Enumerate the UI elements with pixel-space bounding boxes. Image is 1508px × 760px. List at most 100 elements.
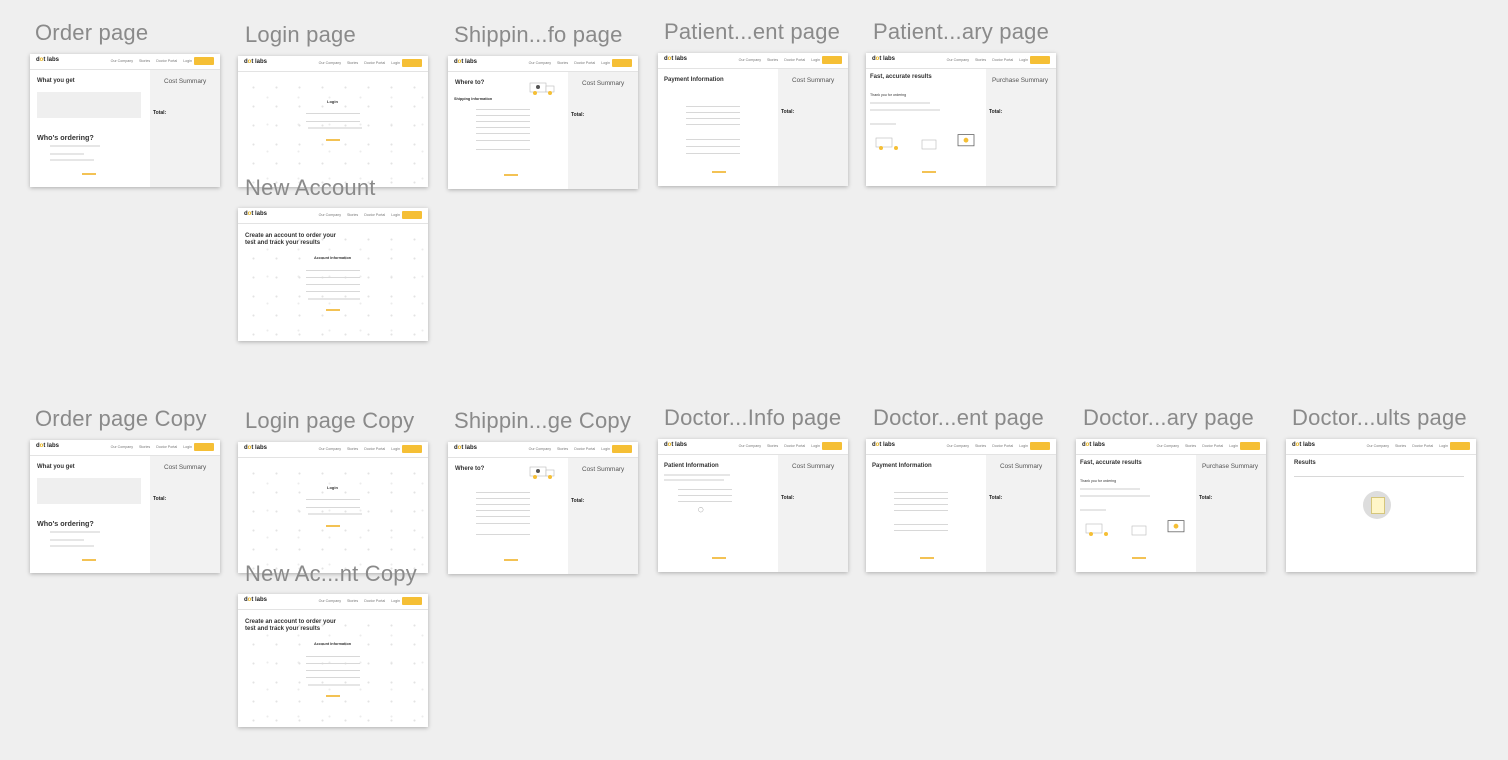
text-line xyxy=(50,153,84,155)
field-line xyxy=(894,530,948,531)
text-line xyxy=(308,298,360,300)
cost-summary-title: Cost Summary xyxy=(582,466,625,473)
artboard-label-login-copy[interactable]: Login page Copy xyxy=(245,408,414,434)
field-line xyxy=(476,498,530,499)
continue-link xyxy=(82,559,96,561)
payment-info-heading: Payment Information xyxy=(872,463,932,469)
nav-links: Our Company Stories Doctor Portal Login xyxy=(318,599,400,603)
background-pattern xyxy=(238,72,428,187)
delivery-truck-icon xyxy=(529,82,555,95)
table-header-line xyxy=(1294,476,1464,477)
nav-links: Our Company Stories Doctor Portal Login xyxy=(738,444,820,448)
artboard-label-doctor-info[interactable]: Doctor...Info page xyxy=(664,405,841,431)
results-heading: Results xyxy=(1294,460,1316,466)
artboard-label-login[interactable]: Login page xyxy=(245,22,356,48)
total-label: Total: xyxy=(781,109,795,115)
field-line xyxy=(306,677,360,678)
artboard-label-patient-payment[interactable]: Patient...ent page xyxy=(664,19,840,45)
order-test-button xyxy=(402,59,422,67)
background-pattern xyxy=(238,458,428,573)
total-label: Total: xyxy=(781,495,795,501)
account-info-heading: Account Information xyxy=(314,256,352,260)
cost-summary-title: Cost Summary xyxy=(1000,463,1043,470)
shipping-info-heading: Shipping Information xyxy=(454,97,493,101)
artboard-label-shipping-copy[interactable]: Shippin...ge Copy xyxy=(454,408,631,434)
text-line xyxy=(664,474,730,476)
order-test-button xyxy=(194,443,214,451)
purchase-summary-panel: Purchase Summary Total: xyxy=(1196,455,1266,572)
artboard-label-doctor-summary[interactable]: Doctor...ary page xyxy=(1083,405,1254,431)
artboard-login-copy[interactable]: dot labs Our Company Stories Doctor Portal… xyxy=(238,442,428,573)
artboard-label-order[interactable]: Order page xyxy=(35,20,148,46)
artboard-label-shipping[interactable]: Shippin...fo page xyxy=(454,22,623,48)
password-field xyxy=(306,121,360,122)
continue-link xyxy=(504,559,518,561)
site-nav: dot labs Our Company Stories Doctor Portal… xyxy=(238,56,428,72)
total-label: Total: xyxy=(153,110,167,116)
product-card xyxy=(37,478,141,504)
artboard-login[interactable]: dot labs Our Company Stories Doctor Portal… xyxy=(238,56,428,187)
artboard-order-copy[interactable]: dot labs Our Company Stories Doctor Portal… xyxy=(30,440,220,573)
nav-links: Our Company Stories Doctor Portal Login xyxy=(318,61,400,65)
order-test-button xyxy=(612,445,632,453)
artboard-label-doctor-payment[interactable]: Doctor...ent page xyxy=(873,405,1044,431)
cost-summary-panel: Cost Summary Total: xyxy=(568,458,638,574)
continue-link xyxy=(326,525,340,527)
field-line xyxy=(476,115,530,116)
artboard-label-order-copy[interactable]: Order page Copy xyxy=(35,406,207,432)
artboard-label-patient-summary[interactable]: Patient...ary page xyxy=(873,19,1049,45)
logo: dot labs xyxy=(872,442,896,448)
artboard-doctor-payment[interactable]: dot labs Our Company Stories Doctor Portal… xyxy=(866,439,1056,572)
cost-summary-panel: Cost Summary Total: xyxy=(150,456,220,573)
logo: dot labs xyxy=(664,442,688,448)
text-line xyxy=(870,109,940,111)
password-field xyxy=(306,507,360,508)
create-account-line1: Create an account to order your xyxy=(245,233,337,239)
artboard-patient-summary[interactable]: dot labs Our Company Stories Doctor Portal… xyxy=(866,53,1056,186)
artboard-label-new-account[interactable]: New Account xyxy=(245,175,376,201)
artboard-label-new-account-copy[interactable]: New Ac...nt Copy xyxy=(245,561,417,587)
cost-summary-panel: Cost Summary Total: xyxy=(568,72,638,189)
artboard-doctor-results[interactable]: dot labs Our Company Stories Doctor Portal… xyxy=(1286,439,1476,572)
order-test-button xyxy=(1450,442,1470,450)
create-account-line2: test and track your results xyxy=(245,240,321,246)
total-label: Total: xyxy=(153,496,167,502)
artboard-label-doctor-results[interactable]: Doctor...ults page xyxy=(1292,405,1467,431)
field-line xyxy=(476,149,530,150)
artboard-shipping-copy[interactable]: dot labs Our Company Stories Doctor Portal… xyxy=(448,442,638,574)
artboard-patient-payment[interactable]: dot labs Our Company Stories Doctor Portal… xyxy=(658,53,848,186)
field-line xyxy=(306,277,360,278)
continue-link xyxy=(326,139,340,141)
site-nav: dot labs Our Company Stories Doctor Portal… xyxy=(238,594,428,610)
login-heading: Login xyxy=(327,99,338,104)
artboard-new-account-copy[interactable]: dot labs Our Company Stories Doctor Portal… xyxy=(238,594,428,727)
field-line xyxy=(686,124,740,125)
nav-links: Our Company Stories Doctor Portal Login xyxy=(110,445,192,449)
create-account-line2: test and track your results xyxy=(245,626,321,632)
email-field xyxy=(306,499,360,500)
where-to-heading: Where to? xyxy=(455,80,485,86)
signup-text xyxy=(308,127,362,129)
artboard-doctor-summary[interactable]: dot labs Our Company Stories Doctor Portal… xyxy=(1076,439,1266,572)
cost-summary-title: Cost Summary xyxy=(164,78,207,85)
artboard-new-account[interactable]: dot labs Our Company Stories Doctor Portal… xyxy=(238,208,428,341)
whos-ordering-heading: Who's ordering? xyxy=(37,133,94,142)
nav-links: Our Company Stories Doctor Portal Login xyxy=(318,447,400,451)
site-nav: dot labs Our Company Stories Doctor Portal… xyxy=(866,53,1056,69)
fast-results-heading: Fast, accurate results xyxy=(870,74,932,80)
site-nav: dot labs Our Company Stories Doctor Portal… xyxy=(238,442,428,458)
continue-link xyxy=(504,174,518,176)
artboard-shipping[interactable]: dot labs Our Company Stories Doctor Portal… xyxy=(448,56,638,189)
field-line xyxy=(306,670,360,671)
patient-info-heading: Patient Information xyxy=(664,463,719,469)
create-account-line1: Create an account to order your xyxy=(245,619,337,625)
fast-results-heading: Fast, accurate results xyxy=(1080,460,1142,466)
artboard-doctor-info[interactable]: dot labs Our Company Stories Doctor Portal… xyxy=(658,439,848,572)
total-label: Total: xyxy=(1199,495,1213,501)
site-nav: dot labs Our Company Stories Doctor Portal… xyxy=(448,442,638,458)
total-label: Total: xyxy=(989,109,1003,115)
artboard-order[interactable]: dot labs Our Company Stories Doctor Portal… xyxy=(30,54,220,187)
account-info-heading: Account Information xyxy=(314,642,352,646)
logo: dot labs xyxy=(36,443,60,449)
text-line xyxy=(50,531,100,533)
